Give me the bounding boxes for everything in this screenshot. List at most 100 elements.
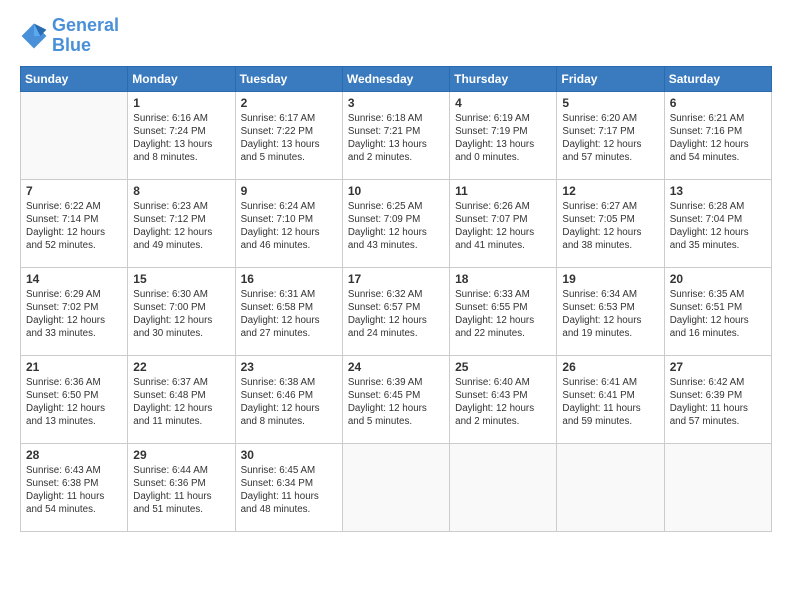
calendar-header: Sunday Monday Tuesday Wednesday Thursday… <box>21 66 772 91</box>
day-number: 10 <box>348 184 444 198</box>
col-thursday: Thursday <box>450 66 557 91</box>
col-monday: Monday <box>128 66 235 91</box>
table-row: 1Sunrise: 6:16 AM Sunset: 7:24 PM Daylig… <box>128 91 235 179</box>
table-row: 16 Sunrise: 6:31 AM Sunset: 6:58 PM Dayli… <box>235 267 342 355</box>
day-number: 16 <box>241 272 337 286</box>
day-number: 30 <box>241 448 337 462</box>
day-number: 6 <box>670 96 766 110</box>
header-row: Sunday Monday Tuesday Wednesday Thursday… <box>21 66 772 91</box>
day-number: 3 <box>348 96 444 110</box>
day-info: Sunrise: 6:32 AM Sunset: 6:57 PM Dayligh… <box>348 288 444 341</box>
day-info: Sunrise: 6:42 AM Sunset: 6:39 PM Dayligh… <box>670 376 766 429</box>
calendar-week-5: 28 Sunrise: 6:43 AM Sunset: 6:38 PM Dayli… <box>21 443 772 531</box>
col-wednesday: Wednesday <box>342 66 449 91</box>
header: General Blue <box>20 16 772 56</box>
table-row: 17Sunrise: 6:32 AM Sunset: 6:57 PM Dayli… <box>342 267 449 355</box>
table-row: 8 Sunrise: 6:23 AM Sunset: 7:12 PM Daylig… <box>128 179 235 267</box>
day-number: 12 <box>562 184 658 198</box>
day-info: Sunrise: 6:24 AM Sunset: 7:10 PM Dayligh… <box>241 200 337 253</box>
day-number: 14 <box>26 272 122 286</box>
day-info: Sunrise: 6:43 AM Sunset: 6:38 PM Dayligh… <box>26 464 122 517</box>
calendar-body: 1Sunrise: 6:16 AM Sunset: 7:24 PM Daylig… <box>21 91 772 531</box>
day-info: Sunrise: 6:33 AM Sunset: 6:55 PM Dayligh… <box>455 288 551 341</box>
table-row: 14Sunrise: 6:29 AM Sunset: 7:02 PM Dayli… <box>21 267 128 355</box>
table-row: 11 Sunrise: 6:26 AM Sunset: 7:07 PM Dayli… <box>450 179 557 267</box>
table-row <box>342 443 449 531</box>
day-info: Sunrise: 6:39 AM Sunset: 6:45 PM Dayligh… <box>348 376 444 429</box>
table-row <box>557 443 664 531</box>
day-info: Sunrise: 6:40 AM Sunset: 6:43 PM Dayligh… <box>455 376 551 429</box>
table-row: 29 Sunrise: 6:44 AM Sunset: 6:36 PM Dayli… <box>128 443 235 531</box>
table-row <box>664 443 771 531</box>
table-row: 10 Sunrise: 6:25 AM Sunset: 7:09 PM Dayli… <box>342 179 449 267</box>
table-row: 26 Sunrise: 6:41 AM Sunset: 6:41 PM Dayli… <box>557 355 664 443</box>
day-info: Sunrise: 6:22 AM Sunset: 7:14 PM Dayligh… <box>26 200 122 253</box>
table-row: 15Sunrise: 6:30 AM Sunset: 7:00 PM Dayli… <box>128 267 235 355</box>
day-number: 9 <box>241 184 337 198</box>
day-number: 8 <box>133 184 229 198</box>
table-row: 23Sunrise: 6:38 AM Sunset: 6:46 PM Dayli… <box>235 355 342 443</box>
day-info: Sunrise: 6:23 AM Sunset: 7:12 PM Dayligh… <box>133 200 229 253</box>
table-row: 19Sunrise: 6:34 AM Sunset: 6:53 PM Dayli… <box>557 267 664 355</box>
day-info: Sunrise: 6:25 AM Sunset: 7:09 PM Dayligh… <box>348 200 444 253</box>
table-row: 18 Sunrise: 6:33 AM Sunset: 6:55 PM Dayli… <box>450 267 557 355</box>
table-row: 3 Sunrise: 6:18 AM Sunset: 7:21 PM Daylig… <box>342 91 449 179</box>
day-info: Sunrise: 6:19 AM Sunset: 7:19 PM Dayligh… <box>455 112 551 165</box>
day-info: Sunrise: 6:28 AM Sunset: 7:04 PM Dayligh… <box>670 200 766 253</box>
table-row: 21 Sunrise: 6:36 AM Sunset: 6:50 PM Dayli… <box>21 355 128 443</box>
day-number: 21 <box>26 360 122 374</box>
day-number: 27 <box>670 360 766 374</box>
day-info: Sunrise: 6:37 AM Sunset: 6:48 PM Dayligh… <box>133 376 229 429</box>
col-sunday: Sunday <box>21 66 128 91</box>
logo: General Blue <box>20 16 119 56</box>
calendar-week-1: 1Sunrise: 6:16 AM Sunset: 7:24 PM Daylig… <box>21 91 772 179</box>
day-number: 13 <box>670 184 766 198</box>
day-number: 26 <box>562 360 658 374</box>
day-number: 24 <box>348 360 444 374</box>
table-row: 22 Sunrise: 6:37 AM Sunset: 6:48 PM Dayli… <box>128 355 235 443</box>
day-info: Sunrise: 6:44 AM Sunset: 6:36 PM Dayligh… <box>133 464 229 517</box>
day-info: Sunrise: 6:34 AM Sunset: 6:53 PM Dayligh… <box>562 288 658 341</box>
table-row: 20Sunrise: 6:35 AM Sunset: 6:51 PM Dayli… <box>664 267 771 355</box>
day-info: Sunrise: 6:18 AM Sunset: 7:21 PM Dayligh… <box>348 112 444 165</box>
logo-icon <box>20 22 48 50</box>
table-row: 12Sunrise: 6:27 AM Sunset: 7:05 PM Dayli… <box>557 179 664 267</box>
day-number: 18 <box>455 272 551 286</box>
page: General Blue Sunday Monday Tuesday Wedne… <box>0 0 792 612</box>
table-row <box>21 91 128 179</box>
day-info: Sunrise: 6:21 AM Sunset: 7:16 PM Dayligh… <box>670 112 766 165</box>
day-number: 23 <box>241 360 337 374</box>
logo-text: General Blue <box>52 16 119 56</box>
day-number: 2 <box>241 96 337 110</box>
table-row: 5 Sunrise: 6:20 AM Sunset: 7:17 PM Daylig… <box>557 91 664 179</box>
table-row: 25 Sunrise: 6:40 AM Sunset: 6:43 PM Dayli… <box>450 355 557 443</box>
day-info: Sunrise: 6:41 AM Sunset: 6:41 PM Dayligh… <box>562 376 658 429</box>
day-number: 5 <box>562 96 658 110</box>
col-saturday: Saturday <box>664 66 771 91</box>
calendar-week-2: 7 Sunrise: 6:22 AM Sunset: 7:14 PM Daylig… <box>21 179 772 267</box>
day-info: Sunrise: 6:45 AM Sunset: 6:34 PM Dayligh… <box>241 464 337 517</box>
calendar-week-3: 14Sunrise: 6:29 AM Sunset: 7:02 PM Dayli… <box>21 267 772 355</box>
day-info: Sunrise: 6:20 AM Sunset: 7:17 PM Dayligh… <box>562 112 658 165</box>
day-info: Sunrise: 6:31 AM Sunset: 6:58 PM Dayligh… <box>241 288 337 341</box>
day-number: 28 <box>26 448 122 462</box>
col-friday: Friday <box>557 66 664 91</box>
calendar-table: Sunday Monday Tuesday Wednesday Thursday… <box>20 66 772 532</box>
table-row: 30 Sunrise: 6:45 AM Sunset: 6:34 PM Dayli… <box>235 443 342 531</box>
day-number: 25 <box>455 360 551 374</box>
table-row: 7 Sunrise: 6:22 AM Sunset: 7:14 PM Daylig… <box>21 179 128 267</box>
table-row: 2 Sunrise: 6:17 AM Sunset: 7:22 PM Daylig… <box>235 91 342 179</box>
day-number: 29 <box>133 448 229 462</box>
day-number: 20 <box>670 272 766 286</box>
day-number: 7 <box>26 184 122 198</box>
day-number: 11 <box>455 184 551 198</box>
day-info: Sunrise: 6:26 AM Sunset: 7:07 PM Dayligh… <box>455 200 551 253</box>
table-row <box>450 443 557 531</box>
day-info: Sunrise: 6:36 AM Sunset: 6:50 PM Dayligh… <box>26 376 122 429</box>
col-tuesday: Tuesday <box>235 66 342 91</box>
day-info: Sunrise: 6:17 AM Sunset: 7:22 PM Dayligh… <box>241 112 337 165</box>
day-number: 22 <box>133 360 229 374</box>
day-info: Sunrise: 6:16 AM Sunset: 7:24 PM Dayligh… <box>133 112 229 165</box>
day-info: Sunrise: 6:30 AM Sunset: 7:00 PM Dayligh… <box>133 288 229 341</box>
calendar-week-4: 21 Sunrise: 6:36 AM Sunset: 6:50 PM Dayli… <box>21 355 772 443</box>
